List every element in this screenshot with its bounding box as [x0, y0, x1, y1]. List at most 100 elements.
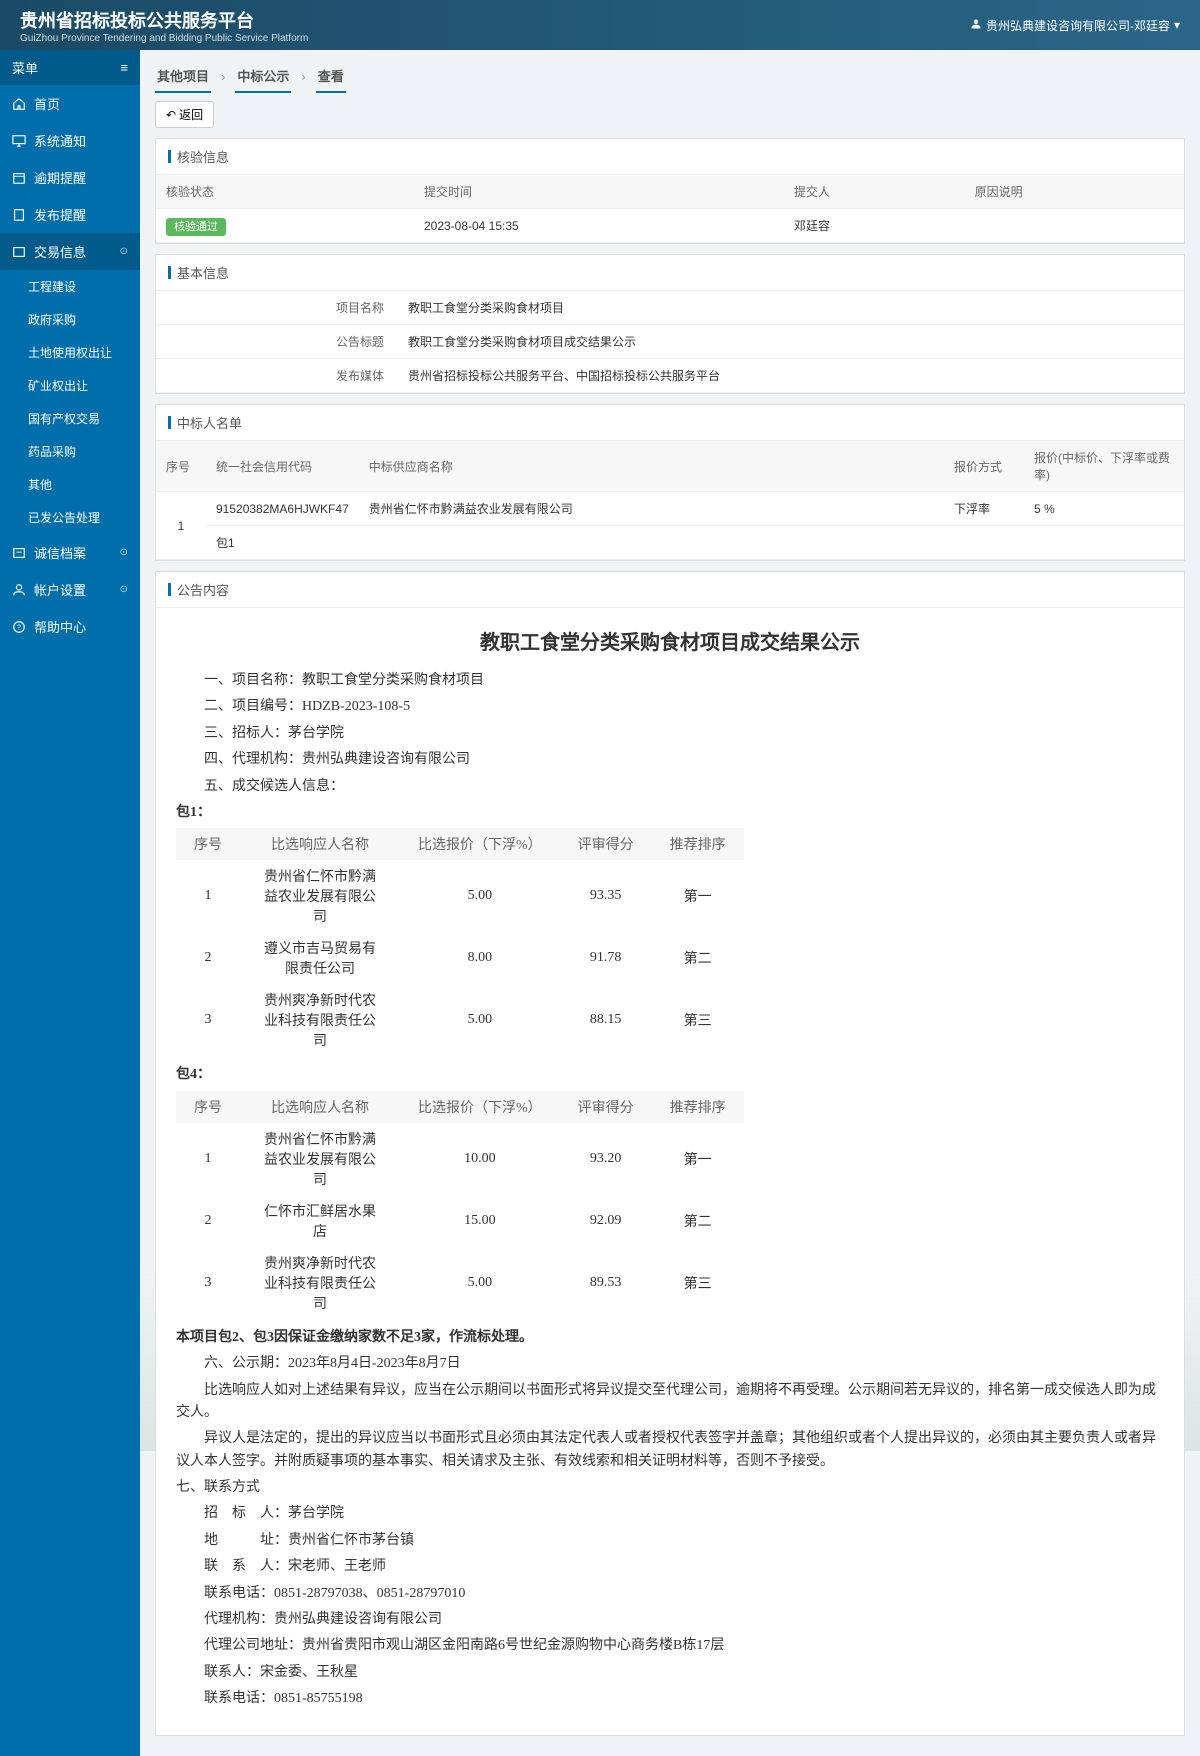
contact-line: 联系电话：0851-28797038、0851-28797010 [176, 1583, 1164, 1605]
info-label: 公告标题 [156, 325, 396, 358]
text-line: 二、项目编号：HDZB-2023-108-5 [176, 696, 1164, 718]
cell-pkg: 包1 [206, 526, 1184, 560]
col-header: 报价(中标价、下浮率或费率) [1024, 441, 1184, 492]
submenu-item[interactable]: 工程建设 [0, 270, 140, 303]
cell-name: 贵州省仁怀市黔满益农业发展有限公司 [359, 492, 944, 526]
submenu-item[interactable]: 土地使用权出让 [0, 336, 140, 369]
table-row: 3贵州爽净新时代农业科技有限责任公司5.0089.53第三 [176, 1247, 744, 1319]
contact-line: 地 址：贵州省仁怀市茅台镇 [176, 1530, 1164, 1552]
cell-reason [965, 209, 1184, 243]
user-name: 贵州弘典建设咨询有限公司-邓廷容 [986, 17, 1170, 34]
breadcrumb: 其他项目› 中标公示› 查看 [155, 60, 1185, 93]
info-value: 教职工食堂分类采购食材项目 [396, 291, 1184, 324]
cell-price: 5 % [1024, 492, 1184, 526]
contact-line: 联系人：宋金委、王秋星 [176, 1662, 1164, 1684]
chevron-down-icon: ▾ [1174, 18, 1180, 32]
text-line: 七、联系方式 [176, 1477, 1164, 1499]
text-line: 六、公示期：2023年8月4日-2023年8月7日 [176, 1353, 1164, 1375]
result-table-pkg4: 序号比选响应人名称比选报价（下浮%）评审得分推荐排序 1贵州省仁怀市黔满益农业发… [176, 1091, 744, 1319]
contact-line: 联 系 人：宋老师、王老师 [176, 1556, 1164, 1578]
panel-content: 公告内容 教职工食堂分类采购食材项目成交结果公示 一、项目名称：教职工食堂分类采… [155, 571, 1185, 1736]
text-line: 五、成交候选人信息： [176, 776, 1164, 798]
help-icon: ? [12, 620, 26, 634]
result-table-pkg1: 序号比选响应人名称比选报价（下浮%）评审得分推荐排序 1贵州省仁怀市黔满益农业发… [176, 828, 744, 1056]
sidebar-item-publish[interactable]: 发布提醒 [0, 196, 140, 233]
pkg-label: 包4： [176, 1064, 1164, 1086]
menu-label: 菜单 [12, 58, 38, 77]
status-badge: 核验通过 [166, 218, 226, 236]
cell-time: 2023-08-04 15:35 [414, 209, 784, 243]
submenu-item[interactable]: 矿业权出让 [0, 369, 140, 402]
contact-line: 代理公司地址：贵州省贵阳市观山湖区金阳南路6号世纪金源购物中心商务楼B栋17层 [176, 1635, 1164, 1657]
submenu-item[interactable]: 已发公告处理 [0, 501, 140, 534]
svg-text:?: ? [17, 624, 21, 631]
submenu-trade: 工程建设 政府采购 土地使用权出让 矿业权出让 国有产权交易 药品采购 其他 已… [0, 270, 140, 534]
contact-line: 代理机构：贵州弘典建设咨询有限公司 [176, 1609, 1164, 1631]
back-icon: ↶ [166, 108, 176, 122]
text-line: 三、招标人：茅台学院 [176, 723, 1164, 745]
folder-icon [12, 245, 26, 259]
col-header: 原因说明 [965, 175, 1184, 209]
sidebar-item-trade[interactable]: 交易信息⊙ [0, 233, 140, 270]
submenu-item[interactable]: 药品采购 [0, 435, 140, 468]
text-paragraph: 比选响应人如对上述结果有异议，应当在公示期间以书面形式将异议提交至代理公司，逾期… [176, 1380, 1164, 1425]
col-header: 中标供应商名称 [359, 441, 944, 492]
sidebar-item-help[interactable]: ?帮助中心 [0, 608, 140, 645]
col-header: 统一社会信用代码 [206, 441, 359, 492]
breadcrumb-item[interactable]: 中标公示 [235, 60, 291, 93]
clipboard-icon [12, 208, 26, 222]
table-row: 1 91520382MA6HJWKF47 贵州省仁怀市黔满益农业发展有限公司 下… [156, 492, 1184, 526]
table-row: 包1 [156, 526, 1184, 560]
info-value: 贵州省招标投标公共服务平台、中国招标投标公共服务平台 [396, 359, 1184, 392]
breadcrumb-item: 查看 [316, 60, 346, 93]
table-row: 2仁怀市汇鲜居水果店15.0092.09第二 [176, 1195, 744, 1247]
cell-person: 邓廷容 [784, 209, 965, 243]
back-button[interactable]: ↶返回 [155, 101, 214, 128]
sidebar-item-overdue[interactable]: 逾期提醒 [0, 159, 140, 196]
calendar-icon [12, 171, 26, 185]
submenu-item[interactable]: 政府采购 [0, 303, 140, 336]
panel-basic: 基本信息 项目名称教职工食堂分类采购食材项目 公告标题教职工食堂分类采购食材项目… [155, 254, 1185, 394]
sidebar-item-notice[interactable]: 系统通知 [0, 122, 140, 159]
cell-code: 91520382MA6HJWKF47 [206, 492, 359, 526]
hamburger-icon: ≡ [120, 60, 128, 75]
info-label: 项目名称 [156, 291, 396, 324]
panel-verify: 核验信息 核验状态 提交时间 提交人 原因说明 核验通过 2023-08-04 … [155, 138, 1185, 244]
table-row: 1贵州省仁怀市黔满益农业发展有限公司10.0093.20第一 [176, 1123, 744, 1195]
text-line: 四、代理机构：贵州弘典建设咨询有限公司 [176, 749, 1164, 771]
panel-title: 中标人名单 [156, 405, 1184, 441]
col-header: 报价方式 [944, 441, 1024, 492]
col-header: 提交人 [784, 175, 965, 209]
app-subtitle: GuiZhou Province Tendering and Bidding P… [20, 33, 308, 44]
table-row: 核验通过 2023-08-04 15:35 邓廷容 [156, 209, 1184, 243]
submenu-item[interactable]: 国有产权交易 [0, 402, 140, 435]
col-header: 提交时间 [414, 175, 784, 209]
info-label: 发布媒体 [156, 359, 396, 392]
notice-title: 教职工食堂分类采购食材项目成交结果公示 [176, 626, 1164, 655]
user-icon [12, 583, 26, 597]
table-row: 3贵州爽净新时代农业科技有限责任公司5.0088.15第三 [176, 984, 744, 1056]
archive-icon [12, 546, 26, 560]
breadcrumb-item[interactable]: 其他项目 [155, 60, 211, 93]
user-info[interactable]: 贵州弘典建设咨询有限公司-邓廷容 ▾ [970, 17, 1180, 34]
chevron-icon: ⊙ [120, 584, 128, 595]
sidebar-item-home[interactable]: 首页 [0, 85, 140, 122]
monitor-icon [12, 134, 26, 148]
user-icon [970, 18, 982, 33]
submenu-item[interactable]: 其他 [0, 468, 140, 501]
text-line: 一、项目名称：教职工食堂分类采购食材项目 [176, 670, 1164, 692]
col-header: 序号 [156, 441, 206, 492]
sidebar-item-account[interactable]: 帐户设置⊙ [0, 571, 140, 608]
col-header: 核验状态 [156, 175, 414, 209]
home-icon [12, 97, 26, 111]
app-header: 贵州省招标投标公共服务平台 GuiZhou Province Tendering… [0, 0, 1200, 50]
panel-winners: 中标人名单 序号 统一社会信用代码 中标供应商名称 报价方式 报价(中标价、下浮… [155, 404, 1185, 561]
pkg-label: 包1： [176, 802, 1164, 824]
table-row: 1贵州省仁怀市黔满益农业发展有限公司5.0093.35第一 [176, 860, 744, 932]
app-title: 贵州省招标投标公共服务平台 [20, 7, 308, 33]
sidebar-item-credit[interactable]: 诚信档案⊙ [0, 534, 140, 571]
cell-no: 1 [156, 492, 206, 560]
panel-title: 基本信息 [156, 255, 1184, 291]
sidebar-menu-header[interactable]: 菜单 ≡ [0, 50, 140, 85]
main-content: 其他项目› 中标公示› 查看 ↶返回 核验信息 核验状态 提交时间 提交人 原因… [140, 50, 1200, 1756]
